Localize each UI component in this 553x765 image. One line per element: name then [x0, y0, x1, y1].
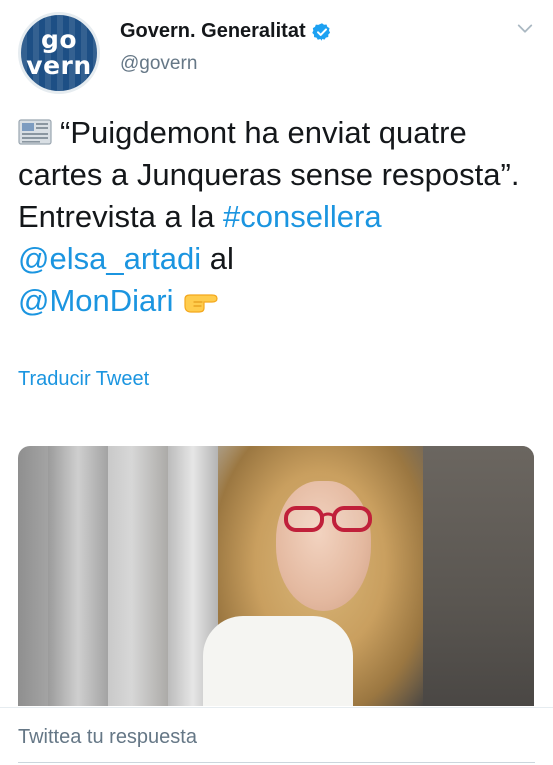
tweet-card: go vern Govern. Generalitat @govern “Pui… [0, 0, 553, 765]
photo-glasses [284, 506, 372, 532]
photo-shirt [203, 616, 353, 706]
avatar[interactable]: go vern [18, 12, 100, 94]
avatar-logo-line-2: vern [26, 51, 92, 80]
tweet-text: “Puigdemont ha enviat quatre cartes a Ju… [18, 112, 538, 322]
pointing-right-icon [183, 294, 218, 313]
photo-column-left [48, 446, 108, 706]
reply-underline [18, 762, 535, 763]
author-display-name[interactable]: Govern. Generalitat [120, 20, 306, 43]
author-names: Govern. Generalitat @govern [120, 20, 332, 75]
display-name-row: Govern. Generalitat [120, 20, 332, 43]
chevron-down-icon[interactable] [516, 20, 534, 38]
tweet-text-part2: al [201, 241, 234, 276]
hashtag-link[interactable]: #consellera [223, 199, 382, 234]
tweet-media-photo[interactable] [18, 446, 534, 706]
photo-face [276, 481, 371, 611]
mention-link-elsa-artadi[interactable]: @elsa_artadi [18, 241, 201, 276]
tweet-header: go vern Govern. Generalitat @govern [18, 12, 538, 94]
newspaper-icon [18, 119, 52, 145]
avatar-logo-line-1: go [40, 25, 78, 54]
translate-tweet-link[interactable]: Traducir Tweet [18, 368, 149, 391]
author-handle[interactable]: @govern [120, 53, 332, 75]
verified-badge-icon [311, 22, 330, 41]
reply-bar [0, 707, 553, 765]
reply-input[interactable] [18, 726, 518, 749]
mention-link-mondiari[interactable]: @MonDiari [18, 283, 174, 318]
